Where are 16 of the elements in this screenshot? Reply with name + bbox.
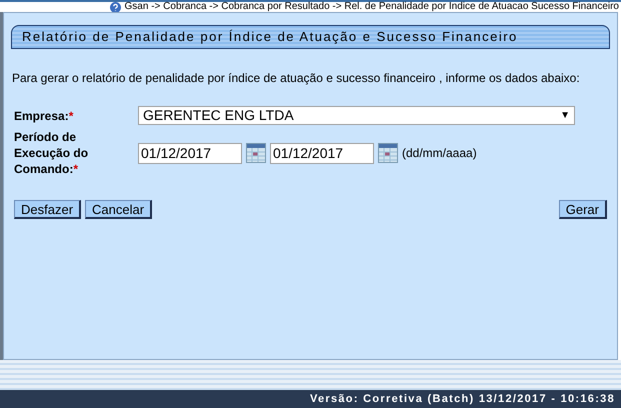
end-date-field[interactable]: 01/12/2017	[270, 142, 374, 164]
help-icon[interactable]	[110, 2, 121, 12]
calendar-icon[interactable]	[246, 143, 266, 163]
form-button[interactable]: Desfazer	[14, 200, 82, 219]
form-button[interactable]: Cancelar	[85, 200, 152, 219]
breadcrumb: Gsan -> Cobranca -> Cobranca por Resultado -> Rel. de Penalidade por Indice de Atuacao Sucesso Financeiro	[124, 2, 619, 12]
intro-text: Para gerar o relatório de penalidade por índice de atuação e sucesso financeiro , informe os dados abaixo:	[12, 70, 581, 87]
empresa-label: Empresa:*	[14, 108, 74, 124]
empresa-select[interactable]: GERENTEC ENG LTDA ▼	[138, 106, 575, 125]
gerar-button[interactable]: Gerar	[558, 200, 607, 219]
periodo-label: Período de Execução do Comando:*	[14, 129, 90, 177]
start-date-field[interactable]: 01/12/2017	[138, 142, 242, 164]
form-title: Relatório de Penalidade por Índice de Atuação e Sucesso Financeiro	[22, 28, 518, 46]
calendar-icon[interactable]	[378, 143, 398, 163]
date-format-hint: (dd/mm/aaaa)	[402, 145, 477, 162]
version-status: Versão: Corretiva (Batch) 13/12/2017 - 10:16:38	[310, 392, 615, 407]
